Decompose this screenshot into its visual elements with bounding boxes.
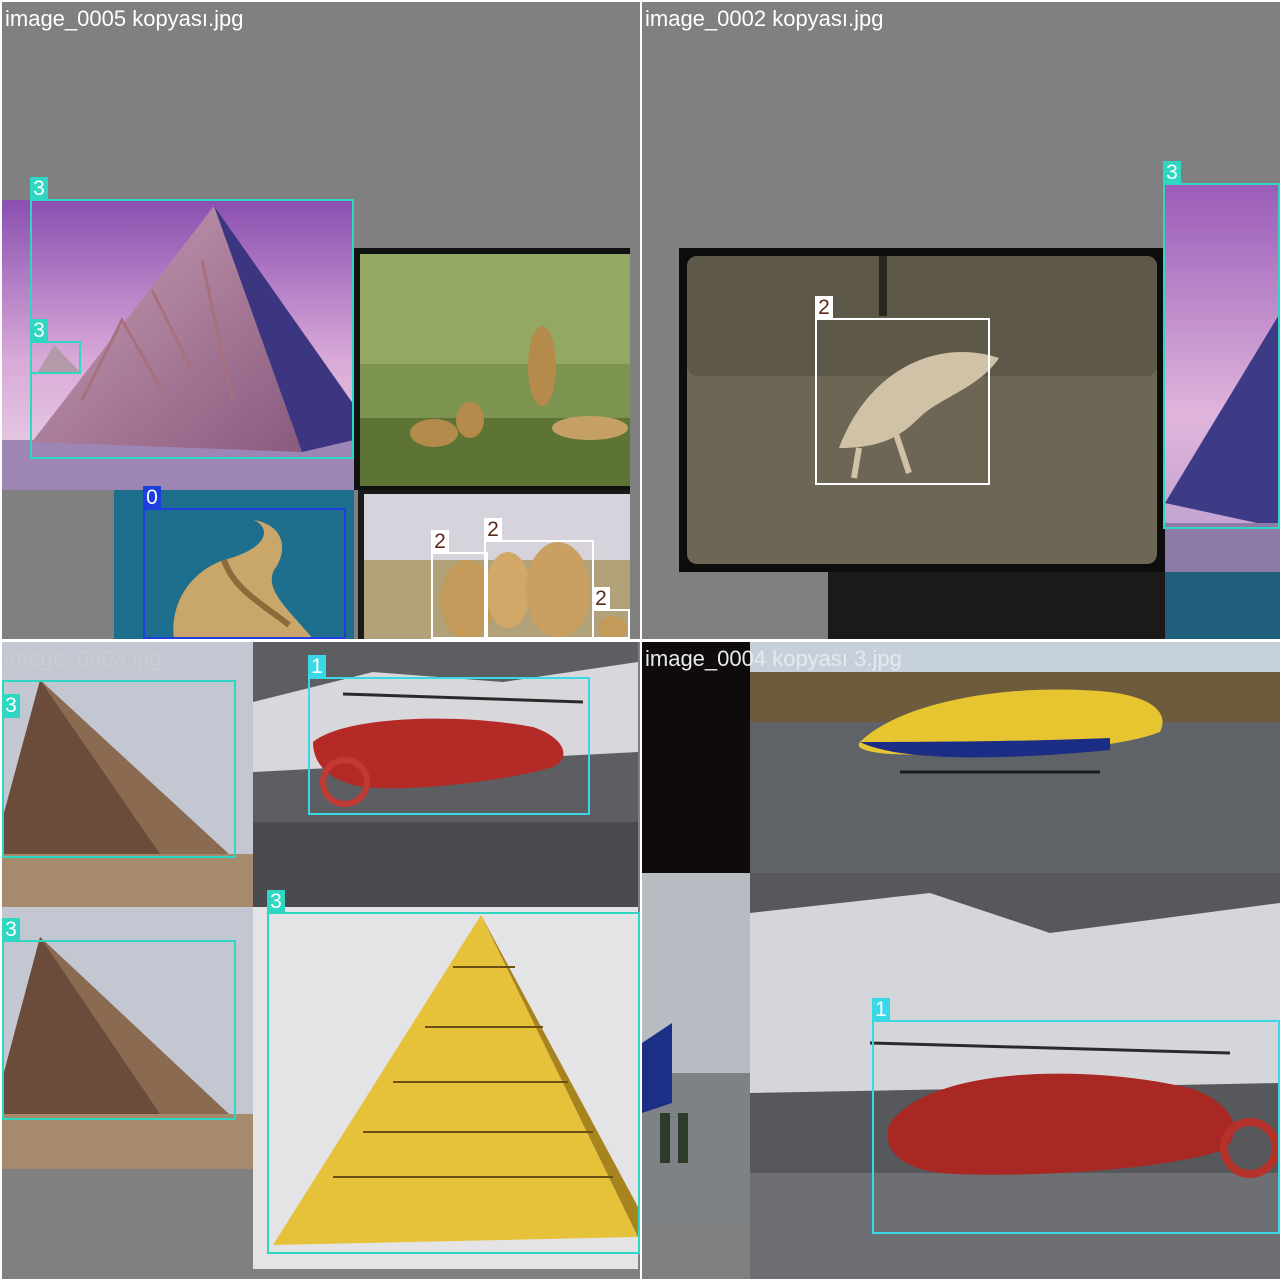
tile-filename: image_0004 kopyası 3.jpg: [645, 646, 902, 671]
detection-label: 2: [431, 530, 449, 554]
detection-box-class-3: 3: [267, 890, 640, 1254]
cheetah-family-photo: [354, 248, 630, 490]
detection-label: 3: [2, 918, 20, 942]
detection-box-class-2: 2: [431, 530, 488, 639]
detection-box-class-2: 2: [484, 518, 594, 639]
detection-box-class-0: 0: [143, 486, 346, 639]
detection-label: 3: [267, 890, 285, 914]
seahorse-photo: [1165, 572, 1280, 639]
detection-label: 2: [484, 518, 502, 542]
detection-label: 3: [30, 177, 48, 201]
detection-label: 1: [308, 655, 326, 679]
detection-label: 2: [815, 296, 833, 320]
mosaic-tile-3: 3 3 1 3 image_0003.jpg: [2, 642, 640, 1279]
tile-filename: image_0003.jpg: [5, 646, 162, 671]
detection-label: 3: [30, 319, 48, 343]
tile-filename: image_0005 kopyası.jpg: [5, 6, 244, 31]
detection-box-class-3: 3: [1163, 161, 1280, 529]
detection-label: 1: [872, 998, 890, 1022]
detection-box-class-3: 3: [30, 319, 81, 374]
detection-box-class-3: 3: [2, 680, 236, 858]
detection-label: 2: [592, 587, 610, 611]
detection-box-class-2: 2: [592, 587, 630, 639]
detection-label: 3: [2, 694, 20, 718]
yellow-blue-helicopter-photo: [750, 642, 1280, 873]
mosaic-tile-1: image_0005 kopyası.jpg 3 3 0 2 2 2: [2, 2, 640, 639]
tile-filename: image_0002 kopyası.jpg: [645, 6, 884, 31]
detection-box-class-1: 1: [872, 998, 1280, 1234]
detection-box-class-1: 1: [308, 655, 590, 815]
dark-photo: [642, 642, 750, 873]
detection-box-class-3: 3: [30, 177, 354, 459]
mosaic-tile-2: image_0002 kopyası.jpg 2 3: [642, 2, 1280, 639]
mosaic-tile-4: 1 image_0004 kopyası 3.jpg: [642, 642, 1280, 1279]
detection-box-class-2: 2: [815, 296, 990, 485]
airfield-people-photo: [642, 873, 750, 1225]
detection-box-class-3: 3: [2, 918, 236, 1120]
dark-water-photo: [828, 572, 1165, 639]
detection-label: 3: [1163, 161, 1181, 185]
detection-label: 0: [143, 486, 161, 510]
